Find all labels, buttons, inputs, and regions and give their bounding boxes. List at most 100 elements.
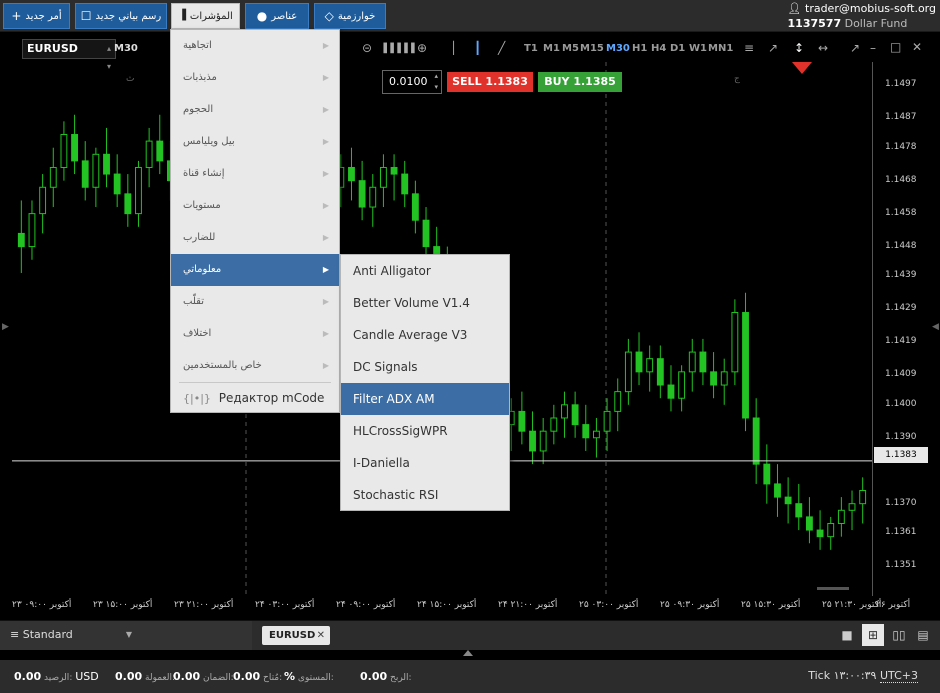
trend-line-icon[interactable]: ↗ bbox=[768, 41, 778, 55]
top-toolbar: + أمر جديد ☐ رسم بياني جديد ▐ المؤشرات ●… bbox=[0, 0, 940, 32]
submenu-item[interactable]: HLCrossSigWPR bbox=[341, 415, 509, 447]
rows-layout-icon: ▤ bbox=[917, 628, 929, 642]
horizontal-resize-icon[interactable]: ↔ bbox=[818, 41, 828, 55]
chevron-right-icon: ▶ bbox=[322, 105, 329, 114]
candle-body bbox=[518, 410, 526, 432]
time-tick-label: ۲۴ أكتوبر ۰۳:۰۰ bbox=[255, 600, 315, 610]
bars-icon: ▐ bbox=[178, 10, 186, 21]
tf-d1[interactable]: D1 bbox=[670, 43, 685, 54]
layout-single-button[interactable]: ■ bbox=[836, 624, 858, 646]
timezone-select[interactable]: UTC+3 bbox=[879, 669, 918, 683]
day-marker: ج bbox=[734, 74, 740, 84]
user-icon: 👤︎ bbox=[787, 2, 802, 15]
indicators-menu: اتجاهية ▶ مذبذبات ▶ الحجوم ▶ بيل ويليامس ▶ إ… bbox=[170, 29, 340, 413]
tf-m30[interactable]: M30 bbox=[606, 43, 630, 54]
menu-item-volatility[interactable]: تقلّب ▶ bbox=[171, 286, 339, 318]
right-panel-arrow-icon[interactable]: ◀ bbox=[932, 322, 939, 332]
spinner-icon[interactable]: ▴ ▾ bbox=[434, 71, 438, 93]
new-chart-button[interactable]: ☐ رسم بياني جديد bbox=[75, 3, 167, 29]
candles-icon[interactable]: ┃ bbox=[474, 41, 481, 55]
tf-w1[interactable]: W1 bbox=[689, 43, 707, 54]
price-axis[interactable]: 1.1497 1.1487 1.1478 1.1468 1.1458 1.1448 1.14… bbox=[872, 62, 928, 596]
candle-body bbox=[582, 424, 590, 439]
submenu-item[interactable]: DC Signals bbox=[341, 351, 509, 383]
candle-body bbox=[539, 430, 547, 452]
menu-item-oscillators[interactable]: مذبذبات ▶ bbox=[171, 62, 339, 94]
vertical-resize-icon[interactable]: ↕ bbox=[794, 41, 804, 55]
zoom-out-icon[interactable]: ⊝ bbox=[362, 41, 372, 55]
candle-body bbox=[379, 166, 387, 188]
objects-button[interactable]: ● عناصر bbox=[245, 3, 309, 29]
submenu-item[interactable]: Better Volume V1.4 bbox=[341, 287, 509, 319]
price-tick-label: 1.1468 bbox=[885, 174, 917, 185]
menu-item-volumes[interactable]: الحجوم ▶ bbox=[171, 94, 339, 126]
layout-rows-button[interactable]: ▤ bbox=[912, 624, 934, 646]
new-order-button[interactable]: + أمر جديد bbox=[3, 3, 70, 29]
price-tick-label: 1.1419 bbox=[885, 336, 917, 347]
menu-item-divergence[interactable]: اختلاف ▶ bbox=[171, 318, 339, 350]
user-email: trader@mobius-soft.org bbox=[805, 2, 936, 15]
plus-icon: + bbox=[11, 9, 22, 23]
candle-body bbox=[28, 213, 36, 248]
diamond-icon: ◇ bbox=[324, 9, 334, 23]
chevron-right-icon: ▶ bbox=[322, 73, 329, 82]
tf-m5[interactable]: M5 bbox=[562, 43, 579, 54]
sell-button[interactable]: SELL 1.1383 bbox=[447, 72, 533, 92]
server-time[interactable]: Tick ۱۳:۰۰:۳۹ UTC+3 bbox=[808, 669, 918, 683]
layout-columns-button[interactable]: ▯▯ bbox=[888, 624, 910, 646]
candle-body bbox=[742, 312, 749, 419]
bar-chart-icon[interactable]: │ bbox=[450, 41, 457, 55]
scroll-marker-icon[interactable] bbox=[792, 62, 812, 74]
buy-button[interactable]: BUY 1.1385 bbox=[538, 72, 622, 92]
lot-input[interactable]: 0.0100 ▴ ▾ bbox=[382, 70, 442, 94]
price-tick-label: 1.1429 bbox=[885, 303, 917, 314]
grid-layout-icon: ⊞ bbox=[867, 628, 879, 642]
close-icon[interactable]: ✕ bbox=[912, 40, 922, 54]
tf-m15[interactable]: M15 bbox=[580, 43, 604, 54]
menu-item-scalper[interactable]: للضارب ▶ bbox=[171, 222, 339, 254]
menu-item-channels[interactable]: إنشاء قناة ▶ bbox=[171, 158, 339, 190]
maximize-icon[interactable]: □ bbox=[890, 40, 901, 54]
menu-item-levels[interactable]: مستويات ▶ bbox=[171, 190, 339, 222]
layout-grid-button[interactable]: ⊞ bbox=[862, 624, 884, 646]
layout-select[interactable]: ≡ Standard ▼ bbox=[0, 621, 252, 650]
collapse-panel-icon[interactable] bbox=[463, 650, 473, 656]
tf-h1[interactable]: H1 bbox=[632, 43, 647, 54]
balance-status: 0.00 الرصيد: USD bbox=[14, 670, 99, 683]
time-tick-label: ۲۴ أكتوبر ۰۹:۰۰ bbox=[336, 600, 396, 610]
zoom-in-icon[interactable]: ⊕ bbox=[417, 41, 427, 55]
candle-body bbox=[763, 463, 771, 485]
menu-item-custom[interactable]: خاص بالمستخدمين ▶ bbox=[171, 350, 339, 382]
layers-icon[interactable]: ≡ bbox=[744, 41, 754, 55]
tf-h4[interactable]: H4 bbox=[651, 43, 666, 54]
account-info[interactable]: 👤︎ trader@mobius-soft.org 1137577 Dollar… bbox=[788, 1, 936, 31]
tf-t1[interactable]: T1 bbox=[524, 43, 538, 54]
tf-mn1[interactable]: MN1 bbox=[708, 43, 733, 54]
algorithm-button[interactable]: ◇ خوارزمية bbox=[314, 3, 386, 29]
indicators-button[interactable]: ▐ المؤشرات bbox=[171, 3, 240, 29]
chart-tab-eurusd[interactable]: EURUSD ✕ bbox=[262, 626, 330, 645]
tf-m1[interactable]: M1 bbox=[543, 43, 560, 54]
detach-icon[interactable]: ↗ bbox=[850, 41, 860, 55]
symbol-select[interactable]: EURUSD ▴ ▾ bbox=[22, 39, 116, 71]
submenu-item[interactable]: Candle Average V3 bbox=[341, 319, 509, 351]
menu-item-informational[interactable]: معلوماتي ▶ bbox=[171, 254, 339, 286]
free-margin-status: 0.00 مُتاح: bbox=[233, 670, 283, 683]
close-tab-icon[interactable]: ✕ bbox=[317, 626, 325, 645]
candle-body bbox=[60, 134, 68, 168]
candle-body bbox=[358, 180, 366, 208]
menu-item-trend[interactable]: اتجاهية ▶ bbox=[171, 30, 339, 62]
menu-item-bill-williams[interactable]: بيل ويليامس ▶ bbox=[171, 126, 339, 158]
minimize-icon[interactable]: – bbox=[870, 41, 876, 55]
submenu-item[interactable]: I-Daniella bbox=[341, 447, 509, 479]
left-panel-arrow-icon[interactable]: ▶ bbox=[2, 322, 9, 332]
account-number: 1137577 bbox=[787, 17, 842, 30]
submenu-item[interactable]: Anti Alligator bbox=[341, 255, 509, 287]
mcode-editor-item[interactable]: {|•|} Редактор mCode bbox=[171, 383, 339, 413]
submenu-item-selected[interactable]: Filter ADX AM bbox=[341, 383, 509, 415]
line-chart-icon[interactable]: ╱ bbox=[498, 41, 505, 55]
zoom-slider-icon[interactable]: ▐▐▐▐▐ bbox=[380, 44, 415, 54]
price-tick-label: 1.1448 bbox=[885, 240, 917, 251]
candle-body bbox=[422, 219, 430, 248]
submenu-item[interactable]: Stochastic RSI bbox=[341, 479, 509, 511]
